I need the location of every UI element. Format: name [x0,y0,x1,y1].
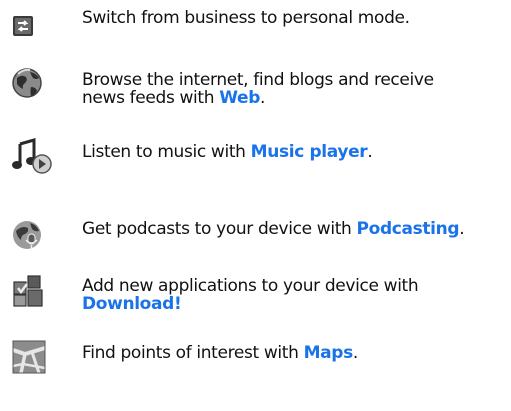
item-text: Listen to music with [82,142,251,162]
globe-icon [12,66,46,100]
podcast-icon [12,218,46,252]
list-item-text: Add new applications to your device with… [82,277,507,313]
music-note-icon [12,138,52,174]
item-text: Browse the internet, find blogs and rece… [82,70,434,108]
list-item-text: Switch from business to personal mode. [82,9,507,27]
download-link[interactable]: Download! [82,294,182,314]
item-text: Get podcasts to your device with [82,219,357,239]
list-item-text: Find points of interest with Maps. [82,344,507,362]
mode-switch-icon [12,8,46,42]
item-text: Switch from business to personal mode. [82,8,410,28]
item-text-line-2: news feeds with [82,88,220,108]
download-icon [12,274,46,308]
podcasting-link[interactable]: Podcasting [357,219,460,239]
list-item-text: Listen to music with Music player. [82,143,507,161]
web-link[interactable]: Web [219,88,260,108]
list-item-text: Browse the internet, find blogs and rece… [82,71,507,107]
item-text-end: . [352,343,358,363]
maps-link[interactable]: Maps [304,343,354,363]
music-player-link[interactable]: Music player [251,142,368,162]
item-text-end: . [260,88,266,108]
item-text-end: . [367,142,373,162]
item-text: Add new applications to your device with [82,276,419,296]
item-text-line-1: Browse the internet, find blogs and rece… [82,70,434,90]
item-text-end: . [459,219,465,239]
map-icon [12,340,46,374]
list-item-text: Get podcasts to your device with Podcast… [82,220,507,238]
item-text: Find points of interest with [82,343,304,363]
